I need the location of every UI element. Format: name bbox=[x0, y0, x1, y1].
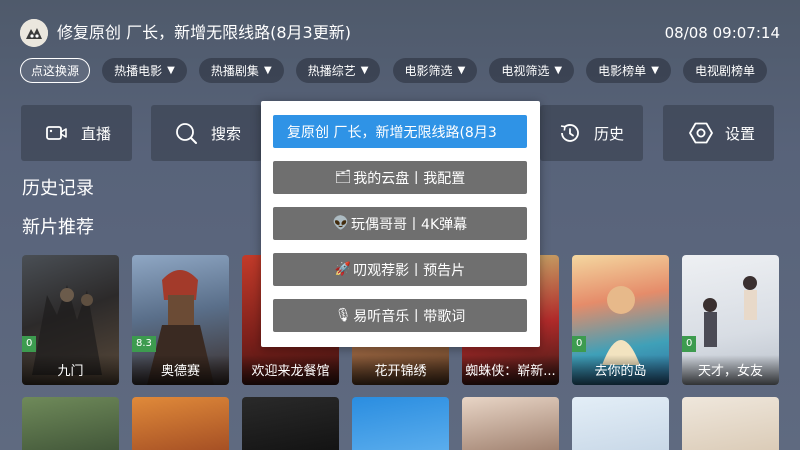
source-option-label: 复原创 厂长，新增无限线路(8月3 bbox=[287, 124, 497, 141]
poster-title: 蜘蛛侠：崭新... bbox=[465, 364, 556, 379]
score-badge: 8.3 bbox=[132, 336, 156, 352]
alien-icon: 👽 bbox=[332, 216, 350, 231]
chip-label: 电影筛选 bbox=[404, 64, 453, 78]
chip-label: 热播综艺 bbox=[307, 64, 356, 78]
app-logo-avatar bbox=[20, 19, 48, 47]
poster-title: 奥德赛 bbox=[160, 364, 200, 379]
gear-icon bbox=[689, 122, 713, 144]
nav-live-label: 直播 bbox=[81, 124, 112, 143]
nav-history-label: 历史 bbox=[594, 124, 625, 143]
source-option-label: 易听音乐丨带歌词 bbox=[353, 308, 466, 325]
poster-card[interactable]: 0 去你的岛 bbox=[572, 255, 669, 385]
chip-switch-source[interactable]: 点这换源 bbox=[20, 58, 91, 83]
category-chip-bar: 点这换源 热播电影 ▼ 热播剧集 ▼ 热播综艺 ▼ 电影筛选 ▼ 电视筛选 ▼ … bbox=[20, 58, 800, 84]
rocket-icon: 🚀 bbox=[334, 262, 352, 277]
history-icon bbox=[560, 124, 579, 142]
source-option-active[interactable]: 复原创 厂长，新增无限线路(8月3 bbox=[273, 115, 527, 148]
poster-card[interactable] bbox=[352, 397, 449, 450]
poster-card[interactable] bbox=[22, 397, 119, 450]
poster-title: 天才，女友 bbox=[697, 364, 763, 379]
chip-label: 热播电影 bbox=[114, 64, 163, 78]
nav-live-button[interactable]: 直播 bbox=[21, 105, 132, 161]
chip-label: 电视筛选 bbox=[501, 64, 550, 78]
poster-card[interactable] bbox=[572, 397, 669, 450]
poster-title: 九门 bbox=[57, 364, 84, 379]
microphone-icon: 🎙 bbox=[334, 308, 352, 323]
nav-search-label: 搜索 bbox=[211, 124, 242, 143]
score-badge: 0 bbox=[682, 336, 697, 352]
filter-icon: ▼ bbox=[360, 65, 369, 76]
filter-icon: ▼ bbox=[651, 65, 659, 76]
source-option[interactable]: 🚀 叨观荐影丨预告片 bbox=[273, 253, 527, 286]
filter-icon: ▼ bbox=[457, 65, 466, 76]
chip-hot-movies[interactable]: 热播电影 ▼ bbox=[102, 58, 187, 83]
poster-card[interactable]: 8.3 奥德赛 bbox=[132, 255, 229, 385]
poster-card[interactable] bbox=[682, 397, 779, 450]
chip-tv-ranking[interactable]: 电视剧榜单 bbox=[682, 58, 767, 83]
chip-hot-series[interactable]: 热播剧集 ▼ bbox=[198, 58, 284, 83]
source-option[interactable]: 🎙 易听音乐丨带歌词 bbox=[273, 299, 527, 332]
filter-icon: ▼ bbox=[263, 65, 272, 76]
poster-title: 欢迎来龙餐馆 bbox=[251, 364, 330, 379]
app-title: 修复原创 厂长，新增无限线路(8月3更新) bbox=[57, 23, 351, 42]
nav-history-button[interactable]: 历史 bbox=[540, 105, 643, 161]
source-option[interactable]: 🗂 我的云盘丨我配置 bbox=[273, 161, 527, 194]
filter-icon: ▼ bbox=[167, 65, 175, 76]
chip-movie-filter[interactable]: 电影筛选 ▼ bbox=[392, 58, 478, 83]
source-option-label: 我的云盘丨我配置 bbox=[353, 170, 466, 187]
chip-label: 热播剧集 bbox=[210, 64, 259, 78]
source-option-label: 叨观荐影丨预告片 bbox=[353, 262, 466, 279]
source-option-label: 玩偶哥哥丨4K弹幕 bbox=[351, 216, 468, 233]
new-releases-section-title: 新片推荐 bbox=[22, 217, 94, 238]
history-section-title: 历史记录 bbox=[22, 178, 94, 199]
poster-title: 去你的岛 bbox=[594, 364, 647, 379]
poster-card[interactable] bbox=[132, 397, 229, 450]
chip-label: 电影榜单 bbox=[598, 64, 647, 78]
folder-icon: 🗂 bbox=[334, 170, 352, 185]
nav-settings-label: 设置 bbox=[725, 124, 756, 143]
poster-title: 花开锦绣 bbox=[374, 364, 427, 379]
top-bar: 修复原创 厂长，新增无限线路(8月3更新) 08/08 09:07:14 bbox=[0, 0, 800, 56]
chip-movie-ranking[interactable]: 电影榜单 ▼ bbox=[586, 58, 671, 83]
poster-card[interactable]: 0 天才，女友 bbox=[682, 255, 779, 385]
chip-label: 点这换源 bbox=[31, 64, 80, 78]
poster-card[interactable]: 0 九门 bbox=[22, 255, 119, 385]
camera-icon bbox=[46, 126, 67, 140]
chip-label: 电视剧榜单 bbox=[694, 64, 755, 78]
nav-search-button[interactable]: 搜索 bbox=[151, 105, 262, 161]
poster-card[interactable] bbox=[242, 397, 339, 450]
source-option[interactable]: 👽 玩偶哥哥丨4K弹幕 bbox=[273, 207, 527, 240]
poster-card[interactable] bbox=[462, 397, 559, 450]
score-badge: 0 bbox=[572, 336, 587, 352]
clock: 08/08 09:07:14 bbox=[664, 24, 780, 42]
source-select-popup: 复原创 厂长，新增无限线路(8月3 🗂 我的云盘丨我配置 👽 玩偶哥哥丨4K弹幕… bbox=[261, 101, 540, 347]
nav-settings-button[interactable]: 设置 bbox=[663, 105, 774, 161]
chip-tv-filter[interactable]: 电视筛选 ▼ bbox=[489, 58, 575, 83]
score-badge: 0 bbox=[22, 336, 37, 352]
search-icon bbox=[176, 123, 197, 144]
filter-icon: ▼ bbox=[554, 65, 563, 76]
chip-hot-variety[interactable]: 热播综艺 ▼ bbox=[295, 58, 381, 83]
